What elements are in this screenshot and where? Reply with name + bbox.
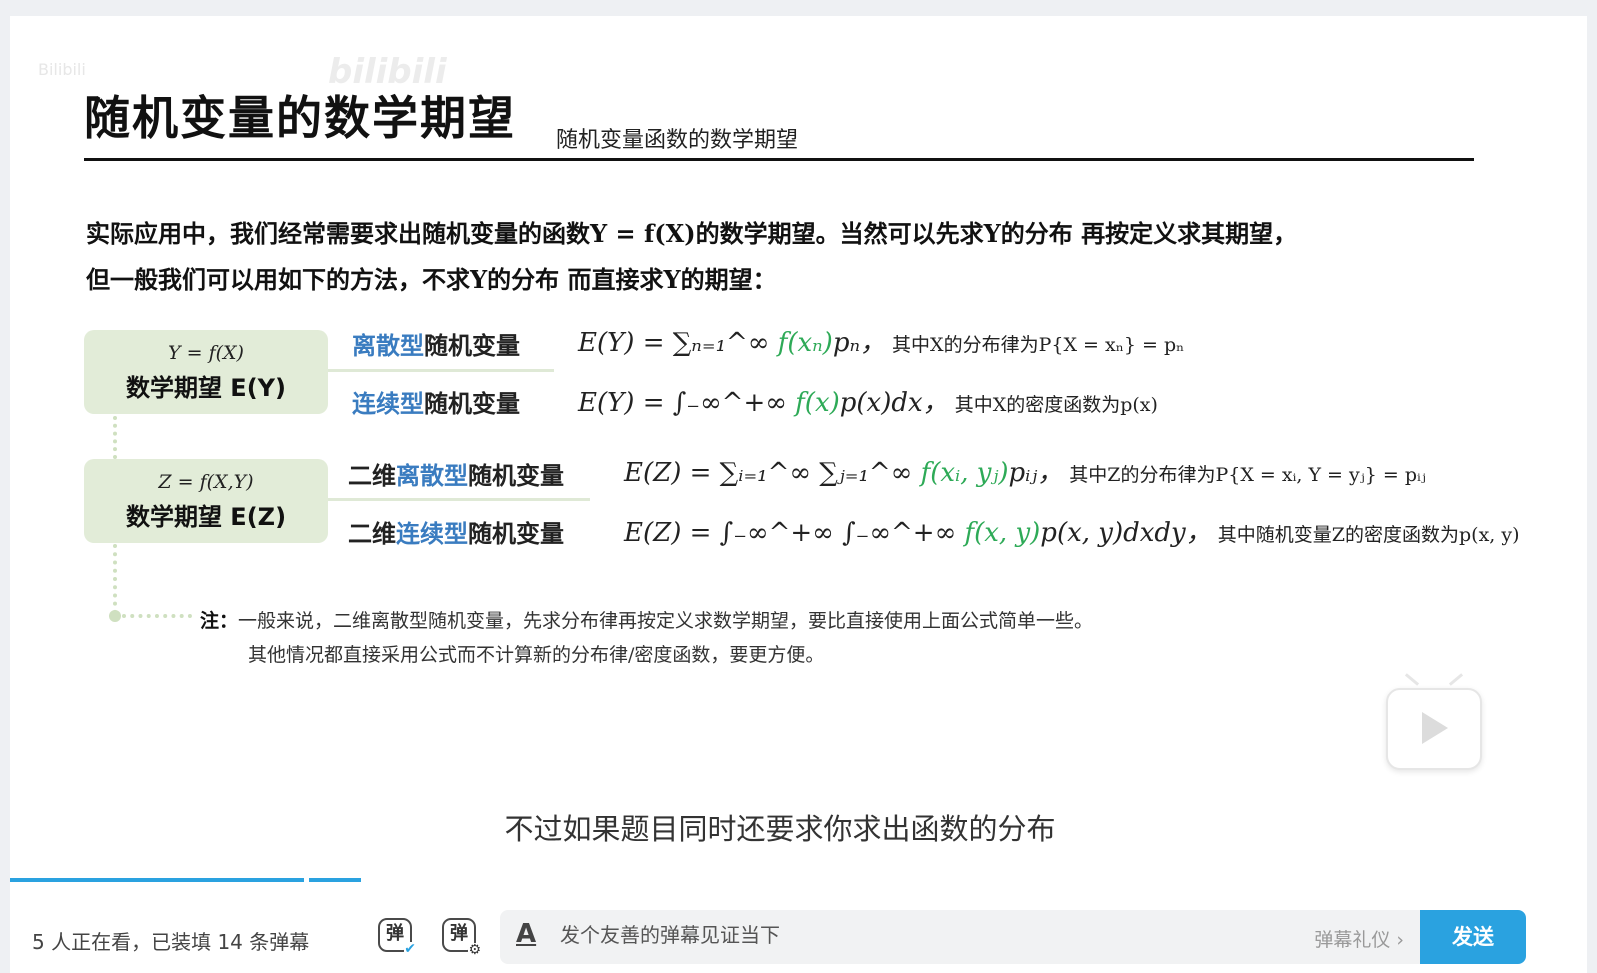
box-label: 数学期望 E(Y) (125, 374, 287, 402)
send-button[interactable]: 发送 (1420, 910, 1526, 964)
intro-line-1: 实际应用中，我们经常需要求出随机变量的函数Y = f(X)的数学期望。当然可以先… (86, 219, 1298, 248)
note-line-2: 其他情况都直接采用公式而不计算新的分布律/密度函数，要更方便。 (248, 644, 825, 666)
formula-row-1: E(Y) = ∑ₙ₌₁^∞ f(xₙ)pₙ， 其中X的分布律为P{X = xₙ}… (578, 328, 1185, 358)
slide-subtitle: 随机变量函数的数学期望 (556, 128, 799, 153)
danmaku-etiquette-link[interactable]: 弹幕礼仪 › (1314, 925, 1404, 952)
connector-dots (113, 544, 117, 614)
connector-dots (113, 416, 117, 459)
branch-line (328, 369, 554, 372)
formula-row-2: E(Y) = ∫₋∞^+∞ f(x)p(x)dx， 其中X的密度函数为p(x) (578, 388, 1158, 418)
gear-icon: ⚙ (468, 942, 481, 958)
font-style-icon[interactable]: A (516, 919, 536, 949)
variable-type-row-1: 离散型随机变量 (352, 332, 520, 360)
video-slide: Bilibili bilibili 随机变量的数学期望 随机变量函数的数学期望 … (10, 16, 1587, 896)
connector-end-dot (109, 610, 121, 622)
expectation-box-y: Y = f(X) 数学期望 E(Y) (84, 330, 328, 414)
play-button[interactable] (1386, 673, 1482, 770)
danmaku-bar: 5 人正在看，已装填 14 条弹幕 弹 ✔ 弹 ⚙ A 弹幕礼仪 › 发送 (10, 882, 1587, 973)
danmaku-settings-button[interactable]: 弹 ⚙ (442, 918, 481, 957)
expectation-box-z: Z = f(X,Y) 数学期望 E(Z) (84, 459, 328, 543)
title-divider (84, 158, 1474, 161)
slide-title: 随机变量的数学期望 (84, 91, 516, 145)
branch-line (328, 498, 590, 501)
box-formula: Y = f(X) (168, 342, 244, 364)
note-label: 注： (200, 610, 239, 632)
connector-dots (122, 614, 192, 618)
note-block: 注：一般来说，二维离散型随机变量，先求分布律再按定义求数学期望，要比直接使用上面… (200, 604, 1093, 672)
danmaku-icon: 弹 (450, 923, 468, 944)
viewer-count: 5 人正在看，已装填 14 条弹幕 (32, 930, 310, 954)
video-caption: 不过如果题目同时还要求你求出函数的分布 (504, 812, 1056, 846)
video-frame: Bilibili bilibili 随机变量的数学期望 随机变量函数的数学期望 … (10, 16, 1587, 973)
formula-row-4: E(Z) = ∫₋∞^+∞ ∫₋∞^+∞ f(x, y)p(x, y)dxdy，… (624, 518, 1520, 548)
danmaku-input[interactable] (558, 922, 1162, 948)
note-line-1: 一般来说，二维离散型随机变量，先求分布律再按定义求数学期望，要比直接使用上面公式… (238, 610, 1094, 632)
box-formula: Z = f(X,Y) (158, 471, 254, 493)
danmaku-icon: 弹 (386, 923, 404, 944)
check-icon: ✔ (404, 941, 416, 957)
variable-type-row-3: 二维离散型随机变量 (348, 462, 564, 490)
danmaku-toggle-button[interactable]: 弹 ✔ (378, 918, 416, 956)
play-icon (1422, 712, 1448, 744)
intro-line-2: 但一般我们可以用如下的方法，不求Y的分布 而直接求Y的期望： (86, 265, 777, 294)
box-label: 数学期望 E(Z) (125, 503, 287, 531)
formula-row-3: E(Z) = ∑ᵢ₌₁^∞ ∑ⱼ₌₁^∞ f(xᵢ, yⱼ)pᵢⱼ， 其中Z的分… (624, 458, 1426, 488)
danmaku-input-bar: A 弹幕礼仪 › (500, 910, 1420, 964)
watermark-text: Bilibili (38, 60, 86, 79)
variable-type-row-2: 连续型随机变量 (352, 390, 520, 418)
variable-type-row-4: 二维连续型随机变量 (348, 520, 564, 548)
